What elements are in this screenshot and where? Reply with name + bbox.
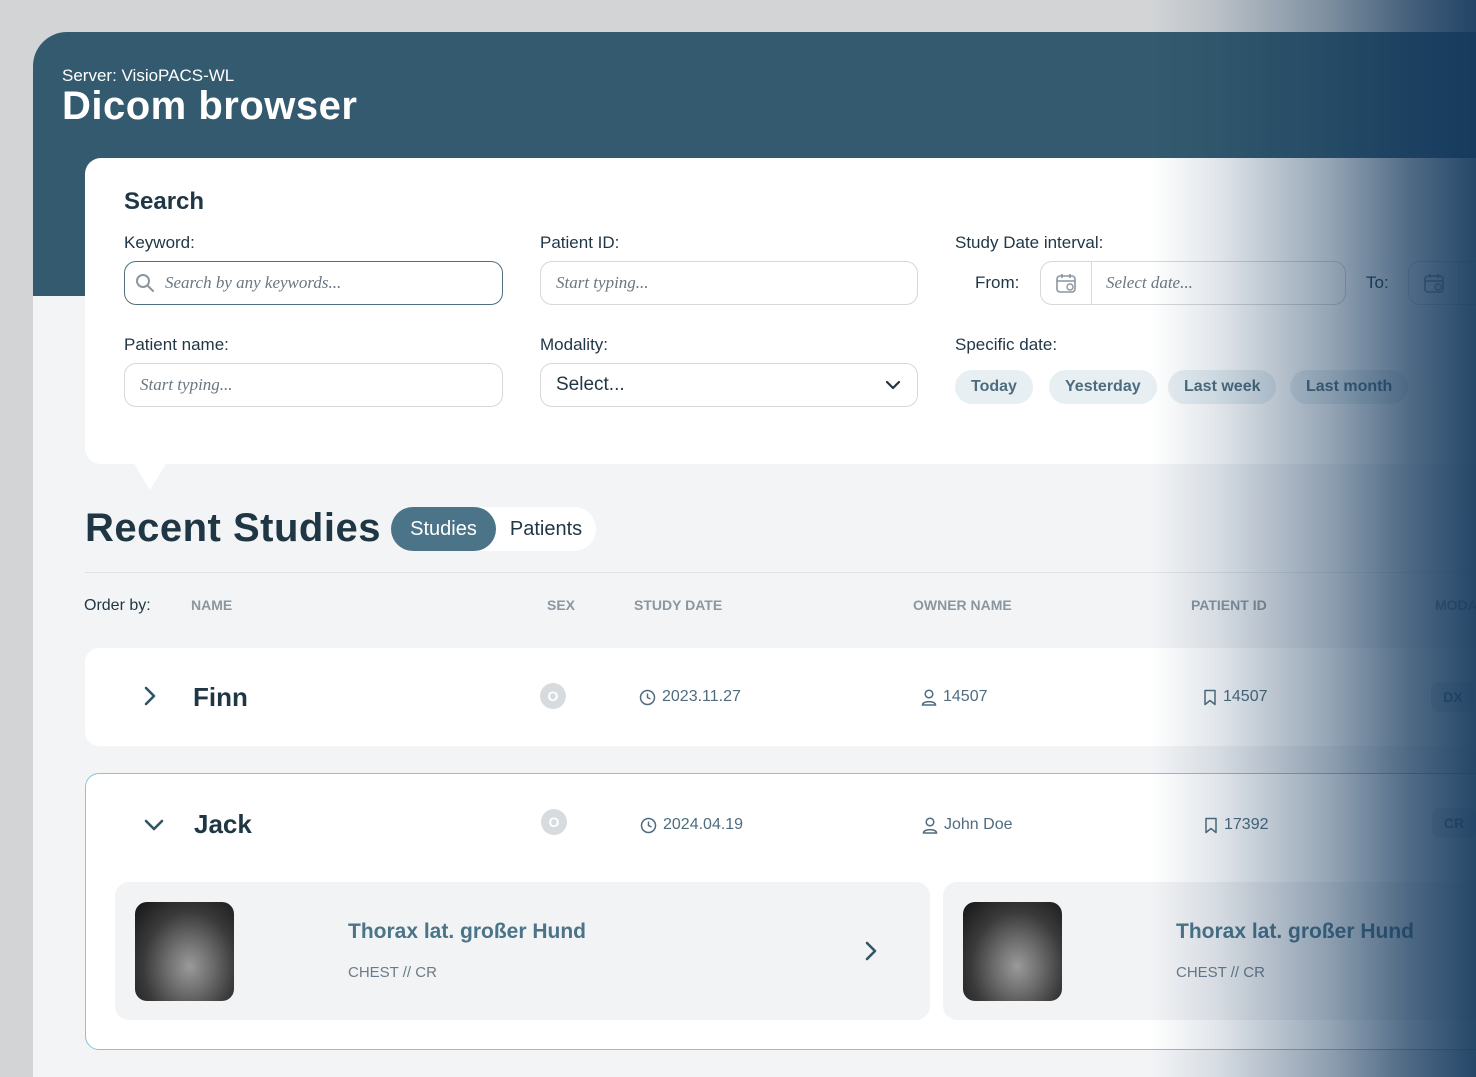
owner-name: 14507 bbox=[921, 688, 988, 706]
chip-yesterday[interactable]: Yesterday bbox=[1049, 370, 1157, 404]
modality-label: Modality: bbox=[540, 335, 609, 354]
patient-name-label: Patient name: bbox=[124, 335, 229, 354]
patient-name-input[interactable]: Start typing... bbox=[124, 363, 503, 407]
keyword-label: Keyword: bbox=[124, 233, 195, 252]
clock-icon bbox=[639, 689, 656, 706]
column-header-study-date[interactable]: STUDY DATE bbox=[634, 597, 722, 613]
bookmark-icon bbox=[1203, 689, 1217, 706]
toggle-studies[interactable]: Studies bbox=[391, 507, 496, 551]
xray-thumbnail bbox=[963, 902, 1062, 1001]
patient-name-placeholder: Start typing... bbox=[140, 375, 233, 394]
modality-badge: DX bbox=[1431, 682, 1475, 712]
patient-id-label: Patient ID: bbox=[540, 233, 620, 252]
from-label: From: bbox=[975, 273, 1020, 292]
series-card[interactable]: Thorax lat. großer Hund CHEST // CR bbox=[115, 882, 930, 1020]
keyword-placeholder: Search by any keywords... bbox=[165, 273, 342, 292]
study-row[interactable]: Finn O 2023.11.27 14507 14507 DX bbox=[85, 648, 1476, 746]
owner-name: John Doe bbox=[922, 816, 1013, 834]
chip-last-month[interactable]: Last month bbox=[1290, 370, 1409, 404]
patient-id: 14507 bbox=[1203, 688, 1268, 706]
search-panel-pointer bbox=[133, 462, 167, 490]
search-title: Search bbox=[124, 188, 205, 215]
patient-name: Finn bbox=[193, 682, 248, 712]
clock-icon bbox=[640, 817, 657, 834]
xray-thumbnail bbox=[135, 902, 234, 1001]
sex-badge: O bbox=[541, 809, 567, 835]
to-date-input[interactable] bbox=[1408, 261, 1476, 305]
study-row[interactable]: Jack O 2024.04.19 John Doe 17392 CR Thor… bbox=[85, 773, 1476, 1050]
study-date-value: 2023.11.27 bbox=[662, 688, 741, 705]
user-icon bbox=[921, 688, 937, 706]
patient-id: 17392 bbox=[1204, 816, 1269, 834]
from-date-placeholder: Select date... bbox=[1106, 273, 1193, 292]
series-title: Thorax lat. großer Hund bbox=[1176, 920, 1415, 943]
patient-id-placeholder: Start typing... bbox=[556, 273, 649, 292]
study-date-value: 2024.04.19 bbox=[663, 816, 744, 833]
page-title: Dicom browser bbox=[62, 84, 358, 128]
chevron-right-icon[interactable] bbox=[864, 940, 878, 967]
patient-id-input[interactable]: Start typing... bbox=[540, 261, 918, 305]
calendar-icon[interactable] bbox=[1041, 262, 1092, 304]
column-header-modality[interactable]: MODA bbox=[1435, 597, 1476, 613]
study-date: 2024.04.19 bbox=[640, 816, 743, 834]
user-icon bbox=[922, 816, 938, 834]
series-title: Thorax lat. großer Hund bbox=[348, 920, 587, 943]
patient-name: Jack bbox=[194, 809, 252, 839]
column-header-sex[interactable]: SEX bbox=[547, 597, 575, 613]
column-header-name[interactable]: NAME bbox=[191, 597, 232, 613]
chevron-down-icon bbox=[885, 380, 901, 390]
sex-badge: O bbox=[540, 683, 566, 709]
from-date-input[interactable]: Select date... bbox=[1040, 261, 1346, 305]
recent-studies-title: Recent Studies bbox=[85, 506, 381, 550]
chip-today[interactable]: Today bbox=[955, 370, 1033, 404]
bookmark-icon bbox=[1204, 817, 1218, 834]
order-by-label: Order by: bbox=[84, 597, 151, 614]
column-header-patient-id[interactable]: PATIENT ID bbox=[1191, 597, 1267, 613]
column-header-owner-name[interactable]: OWNER NAME bbox=[913, 597, 1012, 613]
modality-badge: CR bbox=[1432, 808, 1476, 838]
series-subtitle: CHEST // CR bbox=[1176, 964, 1265, 981]
owner-name-value: John Doe bbox=[944, 816, 1013, 833]
view-toggle: Studies Patients bbox=[391, 507, 596, 551]
calendar-icon[interactable] bbox=[1409, 262, 1460, 304]
app-window: Server: VisioPACS-WL Dicom browser Searc… bbox=[33, 32, 1476, 1077]
series-subtitle: CHEST // CR bbox=[348, 964, 437, 981]
patient-id-value: 14507 bbox=[1223, 688, 1268, 705]
patient-id-value: 17392 bbox=[1224, 816, 1269, 833]
series-card[interactable]: Thorax lat. großer Hund CHEST // CR bbox=[943, 882, 1476, 1020]
keyword-input[interactable]: Search by any keywords... bbox=[124, 261, 503, 305]
owner-name-value: 14507 bbox=[943, 688, 988, 705]
modality-select[interactable]: Select... bbox=[540, 363, 918, 407]
toggle-patients[interactable]: Patients bbox=[496, 507, 596, 551]
study-date: 2023.11.27 bbox=[639, 688, 741, 706]
chevron-down-icon[interactable] bbox=[144, 818, 164, 837]
search-icon bbox=[135, 273, 155, 293]
divider bbox=[85, 572, 1476, 573]
chevron-right-icon[interactable] bbox=[143, 686, 157, 711]
search-panel: Search Keyword: Search by any keywords..… bbox=[85, 158, 1476, 490]
date-interval-label: Study Date interval: bbox=[955, 233, 1104, 252]
server-label: Server: VisioPACS-WL bbox=[62, 66, 235, 85]
specific-date-label: Specific date: bbox=[955, 335, 1058, 354]
chip-last-week[interactable]: Last week bbox=[1168, 370, 1277, 404]
modality-value: Select... bbox=[556, 374, 625, 395]
to-label: To: bbox=[1366, 273, 1389, 292]
